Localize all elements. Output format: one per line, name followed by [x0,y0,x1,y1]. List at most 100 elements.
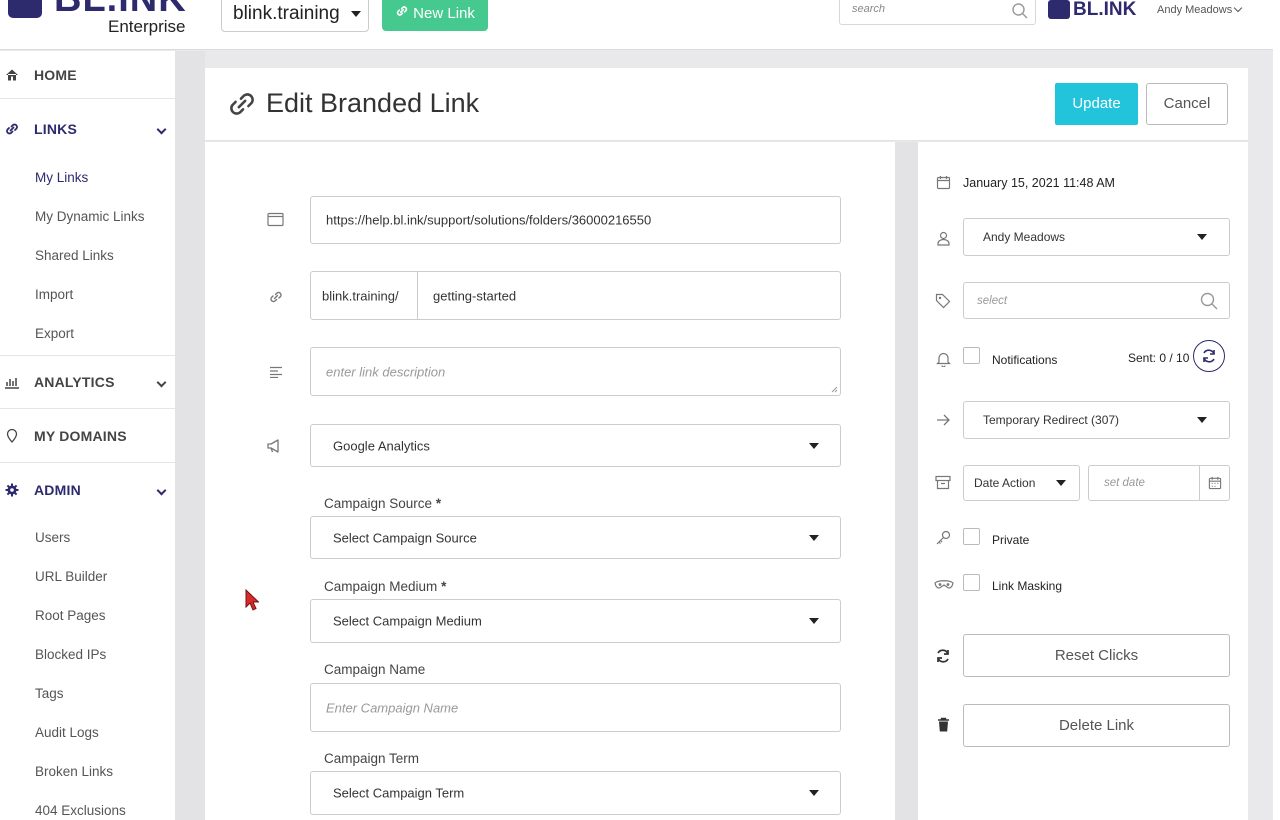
domain-selector-label: blink.training [233,3,340,24]
chevron-down-icon [1233,3,1243,13]
sidebar-item-url-builder[interactable]: URL Builder [35,569,107,584]
refresh-icon [1203,349,1215,363]
page-title: Edit Branded Link [266,88,480,118]
notifications-sent-count: Sent: 0 / 10 [1128,351,1190,365]
page-header: Edit Branded Link Update Cancel [205,68,1248,141]
sidebar-item-import[interactable]: Import [35,287,73,302]
window-edge [1273,0,1280,820]
description-placeholder: enter link description [326,364,446,379]
domain-prefix-label: blink.training/ [322,288,399,303]
update-button[interactable]: Update [1055,83,1138,125]
content-gutter [175,51,205,820]
set-date-placeholder: set date [1104,477,1145,489]
mouse-cursor-icon [245,589,259,611]
cancel-button[interactable]: Cancel [1146,83,1228,125]
campaign-medium-select[interactable]: Select Campaign Medium [310,599,841,643]
campaign-name-input[interactable]: Enter Campaign Name [310,683,841,732]
sidebar-item-links[interactable]: LINKS [0,105,175,153]
sidebar-item-audit-logs[interactable]: Audit Logs [35,725,99,740]
campaign-term-label: Campaign Term [324,751,420,766]
sidebar-item-my-dynamic-links[interactable]: My Dynamic Links [35,209,145,224]
sidebar-item-tags[interactable]: Tags [35,686,64,701]
sidebar-item-export[interactable]: Export [35,326,74,341]
date-action-select[interactable]: Date Action [963,465,1080,501]
domain-selector[interactable]: blink.training [221,0,369,32]
sidebar-item-admin[interactable]: ADMIN [0,463,175,517]
caret-down-icon [809,790,819,796]
new-link-button[interactable]: New Link [382,0,488,31]
sidebar-item-broken-links[interactable]: Broken Links [35,764,113,779]
link-icon [395,4,409,22]
refresh-notifications-button[interactable] [1193,340,1225,372]
campaign-medium-value: Select Campaign Medium [333,613,482,629]
created-date: January 15, 2021 11:48 AM [963,176,1115,190]
campaign-source-select[interactable]: Select Campaign Source [310,516,841,559]
redirect-type-value: Temporary Redirect (307) [983,413,1120,427]
sidebar-item-analytics[interactable]: ANALYTICS [0,355,175,409]
campaign-medium-label: Campaign Medium * [324,579,446,594]
sidebar-item-404-exclusions[interactable]: 404 Exclusions [35,803,126,818]
description-textarea[interactable]: enter link description [310,347,841,396]
tracking-select[interactable]: Google Analytics [310,424,841,467]
sidebar-item-label: ADMIN [34,482,81,498]
bell-icon [936,352,951,367]
caret-down-icon [809,534,819,541]
resize-handle-icon[interactable] [831,386,838,393]
campaign-source-label-text: Campaign Source [324,496,433,511]
search-icon[interactable] [1011,2,1029,20]
tag-icon [935,293,951,309]
sidebar-item-home[interactable]: HOME [0,51,175,99]
caret-down-icon [1197,417,1207,423]
campaign-source-value: Select Campaign Source [333,530,477,545]
sidebar-item-users[interactable]: Users [35,530,70,545]
link-masking-checkbox[interactable] [963,574,980,591]
sidebar-item-label: LINKS [34,121,77,137]
sidebar-item-shared-links[interactable]: Shared Links [35,248,114,263]
caret-down-icon [1056,480,1066,486]
destination-url-input[interactable]: https://help.bl.ink/support/solutions/fo… [310,196,841,244]
blink-logo-icon[interactable] [8,0,42,18]
chevron-down-icon[interactable] [156,124,167,134]
user-menu[interactable]: Andy Meadows [1157,3,1243,16]
sidebar-item-my-domains[interactable]: MY DOMAINS [0,409,175,463]
owner-select[interactable]: Andy Meadows [963,218,1230,256]
campaign-term-select[interactable]: Select Campaign Term [310,771,841,815]
sidebar-item-my-links[interactable]: My Links [35,170,88,185]
search-placeholder: search [852,3,886,15]
set-date-divider [1199,466,1200,500]
delete-link-button[interactable]: Delete Link [963,704,1230,747]
link-masking-label: Link Masking [992,579,1063,593]
gear-icon [5,483,19,497]
link-icon [270,291,282,303]
set-date-input[interactable]: set date [1088,465,1230,501]
search-input[interactable]: search [839,0,1036,25]
redirect-type-select[interactable]: Temporary Redirect (307) [963,401,1230,439]
private-checkbox[interactable] [963,528,980,545]
new-link-label: New Link [413,5,475,22]
sidebar-item-label: ANALYTICS [34,374,115,390]
domain-prefix: blink.training/ [311,272,418,319]
chevron-down-icon[interactable] [156,485,167,495]
caret-down-icon [809,618,819,624]
destination-url-value: https://help.bl.ink/support/solutions/fo… [326,212,652,228]
caret-down-icon [350,10,361,17]
link-icon [6,123,18,135]
calendar-icon[interactable] [1208,476,1222,490]
sidebar-item-blocked-ips[interactable]: Blocked IPs [35,647,106,662]
sidebar-item-root-pages[interactable]: Root Pages [35,608,106,623]
owner-value: Andy Meadows [983,230,1066,244]
edition-label: Enterprise [108,17,186,36]
reset-clicks-button[interactable]: Reset Clicks [963,634,1230,677]
calendar-icon [936,176,951,190]
notifications-checkbox[interactable] [963,347,980,364]
align-left-icon [270,366,282,378]
tags-select[interactable]: select [963,282,1230,319]
short-link-input[interactable]: blink.training/ getting-started [310,271,841,320]
notifications-label: Notifications [992,353,1058,367]
top-bar: BL.INK Enterprise blink.training New Lin… [0,0,1273,50]
campaign-name-placeholder: Enter Campaign Name [326,700,459,715]
map-pin-icon [6,428,18,443]
chevron-down-icon[interactable] [156,377,167,387]
user-icon [937,231,950,246]
campaign-term-value: Select Campaign Term [333,785,465,801]
